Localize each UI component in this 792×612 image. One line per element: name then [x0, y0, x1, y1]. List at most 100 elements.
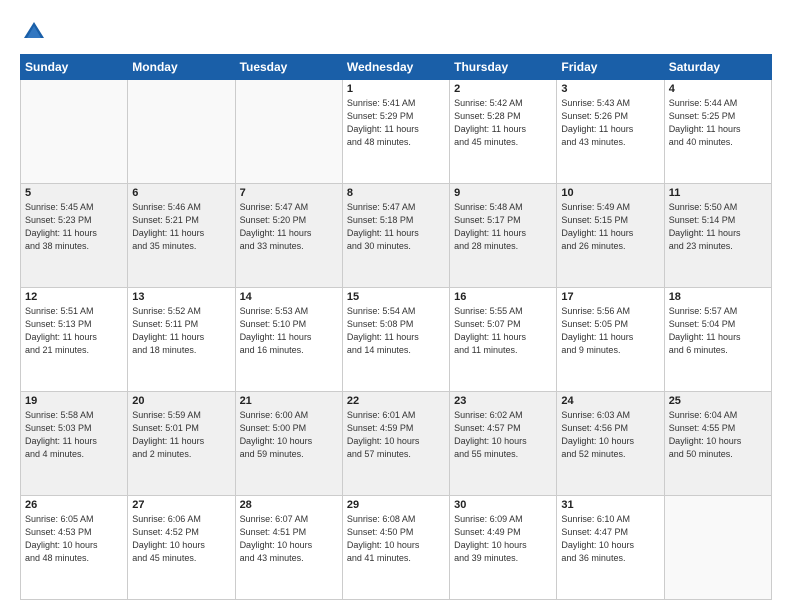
- day-number: 4: [669, 83, 767, 95]
- day-number: 27: [132, 499, 230, 511]
- day-info: Sunrise: 6:09 AM Sunset: 4:49 PM Dayligh…: [454, 513, 552, 565]
- day-info: Sunrise: 5:59 AM Sunset: 5:01 PM Dayligh…: [132, 409, 230, 461]
- logo-icon: [20, 18, 48, 46]
- calendar-cell: 23Sunrise: 6:02 AM Sunset: 4:57 PM Dayli…: [450, 392, 557, 496]
- day-number: 18: [669, 291, 767, 303]
- day-number: 15: [347, 291, 445, 303]
- calendar-cell: 10 Sunrise: 5:49 AM Sunset: 5:15 PM Dayli…: [557, 184, 664, 288]
- day-info: Sunrise: 5:41 AM Sunset: 5:29 PM Dayligh…: [347, 97, 445, 149]
- day-number: 11: [669, 187, 767, 199]
- calendar-cell: [235, 80, 342, 184]
- day-number: 6: [132, 187, 230, 199]
- calendar-cell: 18 Sunrise: 5:57 AM Sunset: 5:04 PM Dayli…: [664, 288, 771, 392]
- calendar-table: SundayMondayTuesdayWednesdayThursdayFrid…: [20, 54, 772, 600]
- day-info: Sunrise: 5:45 AM Sunset: 5:23 PM Dayligh…: [25, 201, 123, 253]
- day-info: Sunrise: 5:48 AM Sunset: 5:17 PM Dayligh…: [454, 201, 552, 253]
- calendar-cell: [128, 80, 235, 184]
- day-number: 24: [561, 395, 659, 407]
- day-info: Sunrise: 5:47 AM Sunset: 5:18 PM Dayligh…: [347, 201, 445, 253]
- day-info: Sunrise: 6:00 AM Sunset: 5:00 PM Dayligh…: [240, 409, 338, 461]
- day-number: 1: [347, 83, 445, 95]
- day-info: Sunrise: 6:03 AM Sunset: 4:56 PM Dayligh…: [561, 409, 659, 461]
- day-number: 28: [240, 499, 338, 511]
- day-number: 29: [347, 499, 445, 511]
- day-number: 3: [561, 83, 659, 95]
- day-info: Sunrise: 5:46 AM Sunset: 5:21 PM Dayligh…: [132, 201, 230, 253]
- day-info: Sunrise: 5:49 AM Sunset: 5:15 PM Dayligh…: [561, 201, 659, 253]
- calendar-cell: 9 Sunrise: 5:48 AM Sunset: 5:17 PM Daylig…: [450, 184, 557, 288]
- calendar-cell: 27 Sunrise: 6:06 AM Sunset: 4:52 PM Dayli…: [128, 496, 235, 600]
- calendar-cell: 16Sunrise: 5:55 AM Sunset: 5:07 PM Dayli…: [450, 288, 557, 392]
- calendar-cell: 22 Sunrise: 6:01 AM Sunset: 4:59 PM Dayli…: [342, 392, 449, 496]
- weekday-header-tuesday: Tuesday: [235, 55, 342, 80]
- calendar-week-2: 12 Sunrise: 5:51 AM Sunset: 5:13 PM Dayli…: [21, 288, 772, 392]
- weekday-header-thursday: Thursday: [450, 55, 557, 80]
- day-info: Sunrise: 5:43 AM Sunset: 5:26 PM Dayligh…: [561, 97, 659, 149]
- calendar-cell: 15Sunrise: 5:54 AM Sunset: 5:08 PM Dayli…: [342, 288, 449, 392]
- page: SundayMondayTuesdayWednesdayThursdayFrid…: [0, 0, 792, 612]
- day-info: Sunrise: 5:55 AM Sunset: 5:07 PM Dayligh…: [454, 305, 552, 357]
- day-info: Sunrise: 6:05 AM Sunset: 4:53 PM Dayligh…: [25, 513, 123, 565]
- day-info: Sunrise: 5:47 AM Sunset: 5:20 PM Dayligh…: [240, 201, 338, 253]
- calendar-cell: 4 Sunrise: 5:44 AM Sunset: 5:25 PM Daylig…: [664, 80, 771, 184]
- day-number: 25: [669, 395, 767, 407]
- weekday-header-monday: Monday: [128, 55, 235, 80]
- day-info: Sunrise: 5:44 AM Sunset: 5:25 PM Dayligh…: [669, 97, 767, 149]
- day-info: Sunrise: 5:57 AM Sunset: 5:04 PM Dayligh…: [669, 305, 767, 357]
- weekday-header-saturday: Saturday: [664, 55, 771, 80]
- day-number: 9: [454, 187, 552, 199]
- day-number: 5: [25, 187, 123, 199]
- day-info: Sunrise: 6:04 AM Sunset: 4:55 PM Dayligh…: [669, 409, 767, 461]
- day-number: 14: [240, 291, 338, 303]
- calendar-cell: [21, 80, 128, 184]
- day-number: 8: [347, 187, 445, 199]
- day-number: 17: [561, 291, 659, 303]
- day-number: 21: [240, 395, 338, 407]
- day-number: 20: [132, 395, 230, 407]
- day-number: 31: [561, 499, 659, 511]
- calendar-cell: 25 Sunrise: 6:04 AM Sunset: 4:55 PM Dayli…: [664, 392, 771, 496]
- day-info: Sunrise: 6:08 AM Sunset: 4:50 PM Dayligh…: [347, 513, 445, 565]
- day-number: 23: [454, 395, 552, 407]
- calendar-cell: 2 Sunrise: 5:42 AM Sunset: 5:28 PM Daylig…: [450, 80, 557, 184]
- day-number: 7: [240, 187, 338, 199]
- day-info: Sunrise: 5:42 AM Sunset: 5:28 PM Dayligh…: [454, 97, 552, 149]
- calendar-cell: 13 Sunrise: 5:52 AM Sunset: 5:11 PM Dayli…: [128, 288, 235, 392]
- logo: [20, 18, 52, 46]
- calendar-cell: 20 Sunrise: 5:59 AM Sunset: 5:01 PM Dayli…: [128, 392, 235, 496]
- calendar-cell: 12 Sunrise: 5:51 AM Sunset: 5:13 PM Dayli…: [21, 288, 128, 392]
- day-info: Sunrise: 6:10 AM Sunset: 4:47 PM Dayligh…: [561, 513, 659, 565]
- calendar-week-1: 5 Sunrise: 5:45 AM Sunset: 5:23 PM Daylig…: [21, 184, 772, 288]
- day-info: Sunrise: 5:52 AM Sunset: 5:11 PM Dayligh…: [132, 305, 230, 357]
- day-info: Sunrise: 6:01 AM Sunset: 4:59 PM Dayligh…: [347, 409, 445, 461]
- header: [20, 18, 772, 46]
- calendar-cell: 31 Sunrise: 6:10 AM Sunset: 4:47 PM Dayli…: [557, 496, 664, 600]
- day-number: 26: [25, 499, 123, 511]
- calendar-cell: 30 Sunrise: 6:09 AM Sunset: 4:49 PM Dayli…: [450, 496, 557, 600]
- day-info: Sunrise: 5:51 AM Sunset: 5:13 PM Dayligh…: [25, 305, 123, 357]
- calendar-cell: 21 Sunrise: 6:00 AM Sunset: 5:00 PM Dayli…: [235, 392, 342, 496]
- calendar-cell: [664, 496, 771, 600]
- day-info: Sunrise: 5:56 AM Sunset: 5:05 PM Dayligh…: [561, 305, 659, 357]
- weekday-header-row: SundayMondayTuesdayWednesdayThursdayFrid…: [21, 55, 772, 80]
- day-info: Sunrise: 5:58 AM Sunset: 5:03 PM Dayligh…: [25, 409, 123, 461]
- calendar-cell: 17 Sunrise: 5:56 AM Sunset: 5:05 PM Dayli…: [557, 288, 664, 392]
- day-number: 12: [25, 291, 123, 303]
- day-number: 22: [347, 395, 445, 407]
- day-number: 19: [25, 395, 123, 407]
- calendar-cell: 8 Sunrise: 5:47 AM Sunset: 5:18 PM Daylig…: [342, 184, 449, 288]
- day-info: Sunrise: 6:07 AM Sunset: 4:51 PM Dayligh…: [240, 513, 338, 565]
- day-info: Sunrise: 6:06 AM Sunset: 4:52 PM Dayligh…: [132, 513, 230, 565]
- calendar-cell: 6 Sunrise: 5:46 AM Sunset: 5:21 PM Daylig…: [128, 184, 235, 288]
- calendar-cell: 5 Sunrise: 5:45 AM Sunset: 5:23 PM Daylig…: [21, 184, 128, 288]
- calendar-cell: 11Sunrise: 5:50 AM Sunset: 5:14 PM Dayli…: [664, 184, 771, 288]
- calendar-cell: 24 Sunrise: 6:03 AM Sunset: 4:56 PM Dayli…: [557, 392, 664, 496]
- calendar-cell: 28 Sunrise: 6:07 AM Sunset: 4:51 PM Dayli…: [235, 496, 342, 600]
- day-number: 13: [132, 291, 230, 303]
- weekday-header-wednesday: Wednesday: [342, 55, 449, 80]
- day-number: 10: [561, 187, 659, 199]
- calendar-week-4: 26 Sunrise: 6:05 AM Sunset: 4:53 PM Dayli…: [21, 496, 772, 600]
- day-number: 30: [454, 499, 552, 511]
- day-number: 2: [454, 83, 552, 95]
- calendar-cell: 26 Sunrise: 6:05 AM Sunset: 4:53 PM Dayli…: [21, 496, 128, 600]
